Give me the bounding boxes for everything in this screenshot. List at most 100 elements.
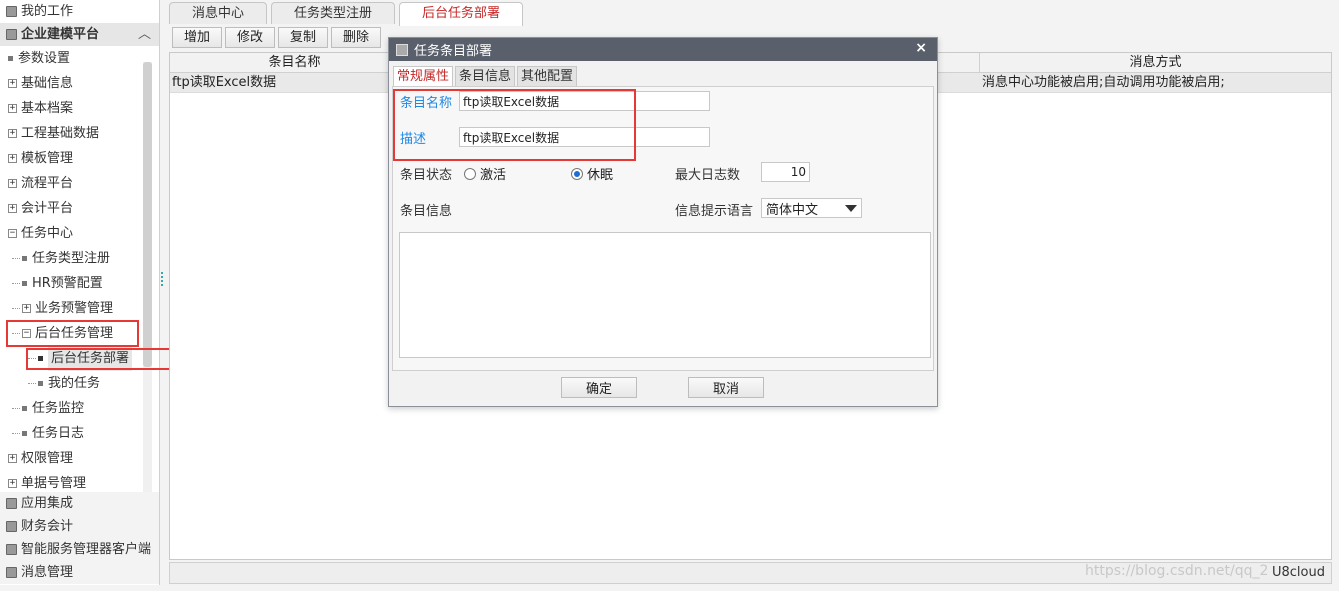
nav-my-work[interactable]: 我的工作 [0, 0, 159, 23]
tree-item-biz-alert[interactable]: + 业务预警管理 [0, 296, 159, 321]
ok-button[interactable]: 确定 [561, 377, 637, 398]
tree-item-basic-archive[interactable]: + 基本档案 [0, 96, 159, 121]
desc-label: 描述 [400, 132, 427, 147]
expand-plus-icon[interactable]: + [8, 154, 17, 163]
nav-smart-service[interactable]: 智能服务管理器客户端 [0, 538, 159, 561]
tree-label: 任务类型注册 [32, 251, 111, 266]
expand-plus-icon[interactable]: + [8, 104, 17, 113]
tree-label: 业务预警管理 [35, 301, 114, 316]
radio-active[interactable]: 激活 [464, 164, 506, 183]
add-button[interactable]: 增加 [172, 27, 223, 48]
tab-other-config[interactable]: 其他配置 [517, 66, 578, 86]
tree-item-hr-alert[interactable]: HR预警配置 [0, 271, 159, 296]
radio-circle-active[interactable] [464, 167, 476, 180]
tree-item-task-center[interactable]: − 任务中心 [0, 221, 159, 246]
tree-item-bg-task-mgmt[interactable]: − 后台任务管理 [0, 321, 159, 346]
radio-sleep[interactable]: 休眠 [571, 164, 613, 183]
edit-button[interactable]: 修改 [225, 27, 276, 48]
bullet-icon [22, 256, 27, 261]
tree-label: 工程基础数据 [21, 126, 100, 141]
tree-item-permission[interactable]: + 权限管理 [0, 446, 159, 471]
expand-plus-icon[interactable]: + [8, 454, 17, 463]
tree-label: 参数设置 [18, 51, 71, 66]
col-header-msg[interactable]: 消息方式 [980, 53, 1331, 72]
expand-plus-icon[interactable]: + [8, 129, 17, 138]
tree-connector [12, 258, 20, 259]
tree-item-process[interactable]: + 流程平台 [0, 171, 159, 196]
cancel-button[interactable]: 取消 [688, 377, 764, 398]
tree-item-params[interactable]: 参数设置 [0, 46, 159, 71]
tree-label: 会计平台 [21, 201, 74, 216]
max-log-input[interactable] [761, 162, 810, 182]
nav-platform-label: 企业建模平台 [21, 27, 100, 42]
nav-finance[interactable]: 财务会计 [0, 515, 159, 538]
bullet-icon [22, 281, 27, 286]
tree-label-selected: 后台任务部署 [48, 346, 133, 371]
tab-task-type-reg[interactable]: 任务类型注册 [271, 2, 396, 24]
col-header-name[interactable]: 条目名称 [170, 53, 420, 72]
expand-plus-icon[interactable]: + [8, 179, 17, 188]
bullet-icon [8, 56, 13, 61]
close-icon[interactable]: × [915, 40, 927, 56]
expand-plus-icon[interactable]: + [22, 304, 31, 313]
briefcase-icon [6, 521, 17, 532]
tree-item-task-log[interactable]: 任务日志 [0, 421, 159, 446]
tree-label: 任务监控 [32, 401, 85, 416]
tree-item-bg-task-deploy[interactable]: 后台任务部署 [0, 346, 159, 371]
tree-item-accounting[interactable]: + 会计平台 [0, 196, 159, 221]
tree-item-basic-info[interactable]: + 基础信息 [0, 71, 159, 96]
tree-connector [12, 333, 20, 334]
chevron-up-icon[interactable]: ︿ [138, 23, 151, 46]
tree-item-eng-data[interactable]: + 工程基础数据 [0, 121, 159, 146]
delete-button[interactable]: 删除 [331, 27, 382, 48]
dialog-title-bar[interactable]: 任务条目部署 × [389, 38, 937, 61]
nav-message-mgmt[interactable]: 消息管理 [0, 561, 159, 584]
radio-active-label: 激活 [480, 168, 507, 183]
tree-item-task-type-reg[interactable]: 任务类型注册 [0, 246, 159, 271]
collapse-minus-icon[interactable]: − [22, 329, 31, 338]
tab-general[interactable]: 常规属性 [393, 66, 454, 86]
bullet-icon [38, 356, 43, 361]
item-name-input[interactable] [459, 91, 710, 111]
tree-label: 我的任务 [48, 376, 101, 391]
tab-item-info[interactable]: 条目信息 [455, 66, 516, 86]
tree-connector [12, 308, 20, 309]
nav-enterprise-platform[interactable]: 企业建模平台 ︿ [0, 23, 159, 46]
state-label: 条目状态 [400, 168, 453, 183]
sidebar-scrollbar-thumb[interactable] [143, 62, 152, 367]
radio-circle-sleep[interactable] [571, 167, 583, 180]
lang-select-value: 简体中文 [766, 202, 819, 218]
tab-message-center[interactable]: 消息中心 [169, 2, 268, 24]
tree-connector [12, 283, 20, 284]
tree-label: 流程平台 [21, 176, 74, 191]
caret-down-icon [845, 204, 857, 212]
item-info-label: 条目信息 [400, 204, 453, 219]
bullet-icon [22, 431, 27, 436]
tree-item-my-tasks[interactable]: 我的任务 [0, 371, 159, 396]
cell-msg: 消息中心功能被启用;自动调用功能被启用; [982, 75, 1225, 90]
tree-item-task-monitor[interactable]: 任务监控 [0, 396, 159, 421]
cell-name: ftp读取Excel数据 [172, 75, 277, 90]
tree-connector [12, 433, 20, 434]
tree-label: 任务日志 [32, 426, 85, 441]
window-icon [396, 43, 408, 56]
tree-connector [28, 383, 36, 384]
product-name: U8cloud [1272, 565, 1325, 580]
dialog-title: 任务条目部署 [414, 44, 493, 59]
tab-bg-task-deploy[interactable]: 后台任务部署 [399, 2, 524, 26]
expand-plus-icon[interactable]: + [8, 79, 17, 88]
item-info-textarea[interactable] [399, 232, 931, 358]
panel-splitter[interactable] [161, 272, 164, 286]
copy-button[interactable]: 复制 [278, 27, 329, 48]
dialog-body: 条目名称 描述 条目状态 激活 休眠 最大日志数 条目信息 信息提示语言 简体中… [392, 86, 934, 371]
collapse-minus-icon[interactable]: − [8, 229, 17, 238]
tree-label: 基本档案 [21, 101, 74, 116]
desc-input[interactable] [459, 127, 710, 147]
nav-app-integration[interactable]: 应用集成 [0, 492, 159, 515]
tree-item-template[interactable]: + 模板管理 [0, 146, 159, 171]
expand-plus-icon[interactable]: + [8, 204, 17, 213]
expand-plus-icon[interactable]: + [8, 479, 17, 488]
lang-select[interactable]: 简体中文 [761, 198, 862, 218]
bullet-icon [22, 406, 27, 411]
envelope-icon [6, 567, 17, 578]
